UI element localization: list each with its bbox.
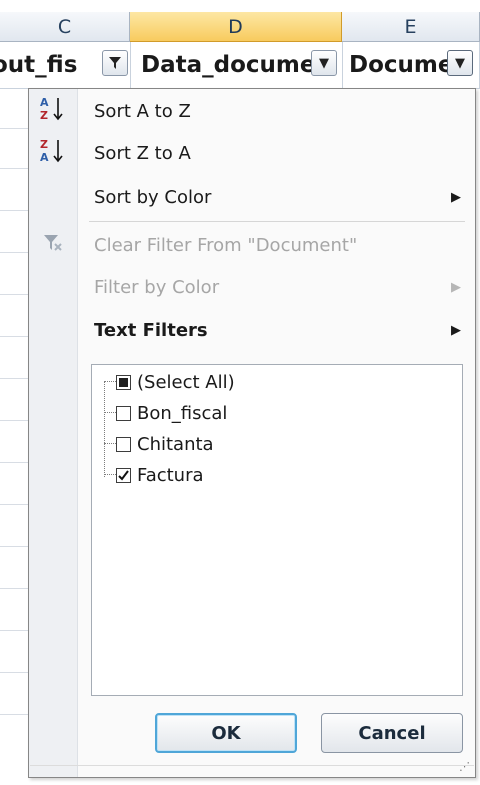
grid-line: [0, 588, 30, 589]
svg-text:A: A: [40, 151, 49, 164]
filter-value-list[interactable]: (Select All) Bon_fiscal Chitanta Factura: [91, 364, 463, 696]
grid-line: [0, 210, 30, 211]
svg-text:Z: Z: [40, 109, 48, 122]
grid-line: [0, 462, 30, 463]
grid-line: [0, 252, 30, 253]
grid-line: [0, 378, 30, 379]
field-name: Docume: [349, 52, 454, 78]
sort-z-to-a-item[interactable]: Sort Z to A: [77, 133, 475, 173]
bon-fiscal-checkbox[interactable]: [116, 405, 131, 421]
menu-separator: [89, 221, 465, 222]
tree-connector: [104, 381, 116, 383]
grid-line: [0, 672, 30, 673]
grid-line: [0, 294, 30, 295]
field-name: out_fis: [0, 52, 78, 78]
autofilter-menu: A Z Sort A to Z Z A Sort Z to A Sort by …: [28, 88, 476, 778]
tree-connector: [104, 443, 116, 445]
filter-icon: [109, 57, 121, 69]
checkmark-icon: [118, 469, 129, 481]
chitanta-checkbox[interactable]: [116, 436, 131, 452]
triangle-right-icon: ▶: [451, 189, 461, 205]
text-filters-item[interactable]: Text Filters ▶: [77, 310, 475, 350]
chevron-down-icon: ▼: [455, 55, 465, 71]
field-header-row: out_fis Data_docume ▼ Docume ▼: [0, 42, 480, 89]
column-header-e[interactable]: E: [342, 12, 480, 42]
dropdown-button[interactable]: ▼: [311, 50, 337, 76]
menu-label: Filter by Color: [94, 276, 220, 298]
field-cell-e[interactable]: Docume ▼: [343, 42, 480, 88]
grid-line: [0, 336, 30, 337]
filter-by-color-item[interactable]: Filter by Color ▶: [77, 267, 475, 307]
select-all-checkbox[interactable]: [116, 374, 131, 390]
cancel-button[interactable]: Cancel: [321, 713, 463, 753]
factura-checkbox[interactable]: [116, 467, 131, 483]
column-letter: C: [57, 15, 72, 38]
grid-line: [0, 128, 30, 129]
sort-ascending-icon: A Z: [35, 91, 71, 127]
list-item[interactable]: Chitanta: [116, 429, 214, 459]
list-item-label: Bon_fiscal: [137, 402, 228, 424]
triangle-right-icon: ▶: [451, 279, 461, 295]
grid-line: [0, 420, 30, 421]
field-name: Data_docume: [141, 52, 316, 78]
menu-label: Sort A to Z: [94, 100, 191, 122]
resize-grip-icon[interactable]: ⋰: [459, 760, 470, 773]
grid-line: [0, 714, 30, 715]
clear-filter-icon: [35, 225, 71, 261]
triangle-right-icon: ▶: [451, 322, 461, 338]
list-item[interactable]: Bon_fiscal: [116, 398, 227, 428]
column-header-c[interactable]: C: [0, 12, 130, 42]
grid-line: [0, 504, 30, 505]
menu-label: Sort by Color: [94, 186, 212, 208]
list-item-label: Factura: [137, 464, 204, 486]
menu-icon-column: [29, 89, 78, 777]
ok-button[interactable]: OK: [155, 713, 297, 753]
menu-footer-divider: [30, 765, 474, 766]
svg-text:Z: Z: [40, 138, 48, 151]
tree-connector: [104, 412, 116, 414]
column-letter: E: [404, 15, 417, 38]
filter-applied-button[interactable]: [102, 50, 128, 76]
select-all-item[interactable]: (Select All): [116, 367, 235, 397]
button-label: Cancel: [358, 722, 426, 744]
sort-a-to-z-item[interactable]: Sort A to Z: [77, 91, 475, 131]
menu-label: Text Filters: [94, 319, 208, 341]
menu-label: Clear Filter From "Document": [94, 234, 358, 256]
column-letter: D: [228, 15, 243, 38]
list-item-label: Chitanta: [137, 433, 214, 455]
dropdown-button[interactable]: ▼: [447, 50, 473, 76]
column-header-d[interactable]: D: [130, 12, 342, 42]
svg-text:A: A: [40, 96, 49, 109]
button-label: OK: [211, 722, 241, 744]
tree-connector: [104, 381, 106, 477]
clear-filter-item[interactable]: Clear Filter From "Document": [77, 225, 475, 265]
field-cell-c[interactable]: out_fis: [0, 42, 131, 88]
sort-by-color-item[interactable]: Sort by Color ▶: [77, 177, 475, 217]
list-item-label: (Select All): [137, 371, 235, 393]
chevron-down-icon: ▼: [319, 55, 329, 71]
tree-connector: [104, 474, 116, 476]
grid-line: [0, 630, 30, 631]
list-item[interactable]: Factura: [116, 460, 204, 490]
field-cell-d[interactable]: Data_docume ▼: [131, 42, 343, 88]
sort-descending-icon: Z A: [35, 133, 71, 169]
menu-label: Sort Z to A: [94, 142, 191, 164]
grid-line: [0, 168, 30, 169]
grid-line: [0, 546, 30, 547]
